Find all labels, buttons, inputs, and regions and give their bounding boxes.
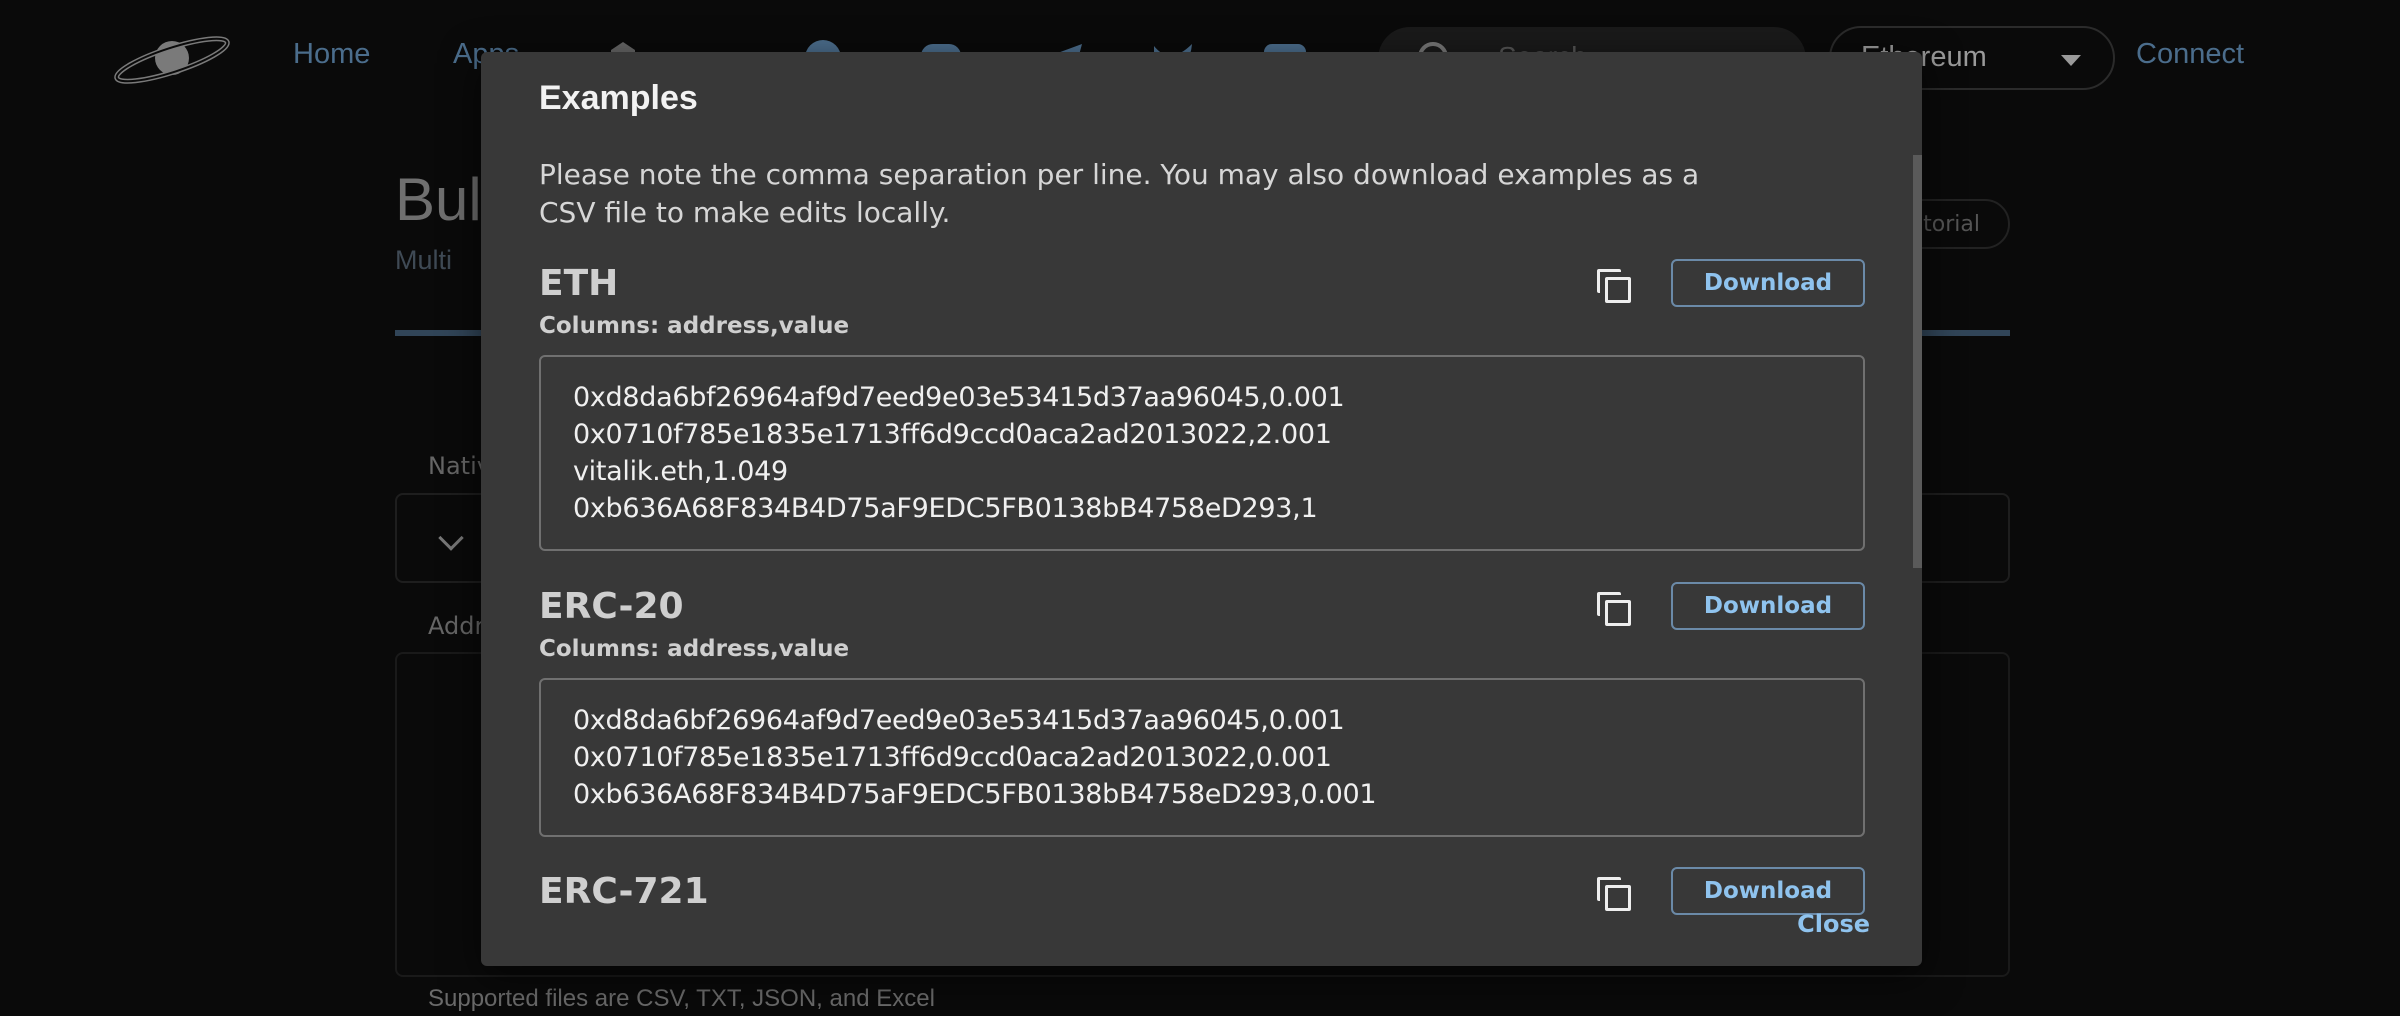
section-heading: ERC-20 <box>539 586 684 627</box>
section-columns: Columns: address,value <box>539 313 850 339</box>
close-button[interactable]: Close <box>1797 910 1870 938</box>
code-line: 0xd8da6bf26964af9d7eed9e03e53415d37aa960… <box>573 382 1345 413</box>
download-button[interactable]: Download <box>1671 582 1865 630</box>
nav-home-link[interactable]: Home <box>293 38 370 71</box>
dialog-title: Examples <box>539 79 698 117</box>
dialog-content[interactable]: Please note the comma separation per lin… <box>481 152 1922 927</box>
caret-down-icon <box>2061 55 2081 66</box>
supported-files-help: Supported files are CSV, TXT, JSON, and … <box>428 985 935 1012</box>
code-line: vitalik.eth,1.049 <box>573 456 788 487</box>
saturn-logo-icon[interactable] <box>112 32 232 84</box>
connect-button[interactable]: Connect <box>2136 38 2244 71</box>
download-button[interactable]: Download <box>1671 867 1865 915</box>
copy-icon[interactable] <box>1595 875 1635 915</box>
chevron-down-icon <box>438 525 464 551</box>
code-line: 0x0710f785e1835e1713ff6d9ccd0aca2ad20130… <box>573 419 1332 450</box>
scrollbar-thumb[interactable] <box>1913 155 1922 568</box>
example-code-block: 0xd8da6bf26964af9d7eed9e03e53415d37aa960… <box>539 355 1865 551</box>
code-line: 0xb636A68F834B4D75aF9EDC5FB0138bB4758eD2… <box>573 779 1377 810</box>
section-columns: Columns: address,value <box>539 636 850 662</box>
examples-dialog: Examples Please note the comma separatio… <box>481 52 1922 966</box>
page-subtitle: Multi <box>395 245 453 275</box>
code-line: 0xb636A68F834B4D75aF9EDC5FB0138bB4758eD2… <box>573 493 1318 524</box>
section-heading: ETH <box>539 263 619 304</box>
code-line: 0x0710f785e1835e1713ff6d9ccd0aca2ad20130… <box>573 742 1332 773</box>
erc20-example-section: ERC-20 Columns: address,value Download 0… <box>539 582 1865 837</box>
copy-icon[interactable] <box>1595 267 1635 307</box>
eth-example-section: ETH Columns: address,value Download 0xd8… <box>539 259 1865 551</box>
dialog-description: Please note the comma separation per lin… <box>539 158 1700 229</box>
erc721-example-section: ERC-721 Download <box>539 867 1865 917</box>
section-heading: ERC-721 <box>539 871 709 912</box>
page: Home Apps Search Ethereum Connect Bulk T… <box>0 0 2400 1016</box>
copy-icon[interactable] <box>1595 590 1635 630</box>
code-line: 0xd8da6bf26964af9d7eed9e03e53415d37aa960… <box>573 705 1345 736</box>
example-code-block: 0xd8da6bf26964af9d7eed9e03e53415d37aa960… <box>539 678 1865 837</box>
download-button[interactable]: Download <box>1671 259 1865 307</box>
